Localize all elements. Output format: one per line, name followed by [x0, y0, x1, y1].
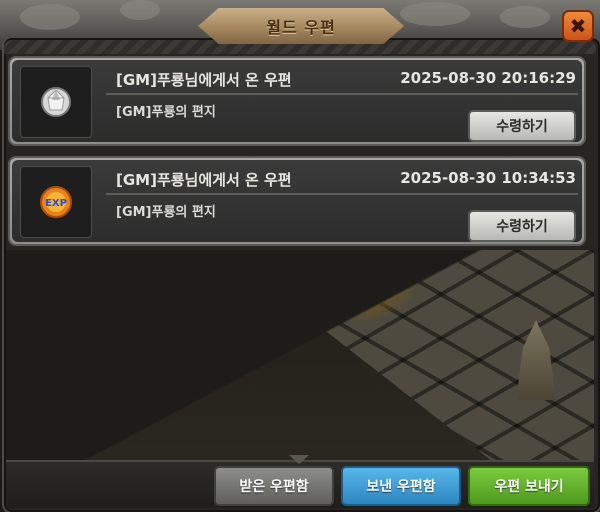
mail-sender: [GM]푸룡님에게서 온 우편 [116, 171, 292, 189]
window-title: 월드 우편 [266, 18, 336, 37]
claim-button[interactable]: 수령하기 [468, 110, 576, 142]
mail-item-slot: EXP [20, 166, 92, 238]
world-mail-screen: 월드 우편 ✖ [GM]푸룡님에게서 온 우편 2025-08-30 20:16… [0, 0, 600, 512]
mail-body: [GM]푸룡의 편지 [116, 105, 216, 120]
send-mail-button[interactable]: 우편 보내기 [468, 466, 590, 506]
sent-mailbox-tab[interactable]: 보낸 우편함 [341, 466, 461, 506]
mail-item: [GM]푸룡님에게서 온 우편 2025-08-30 20:16:29 [GM]… [8, 56, 586, 146]
mail-sender: [GM]푸룡님에게서 온 우편 [116, 71, 292, 89]
claim-button[interactable]: 수령하기 [468, 210, 576, 242]
received-mailbox-tab[interactable]: 받은 우편함 [214, 466, 334, 506]
mail-date: 2025-08-30 20:16:29 [400, 69, 576, 87]
exp-label: EXP [45, 198, 67, 209]
dungeon-floor-background [6, 250, 594, 460]
mail-item: EXP [GM]푸룡님에게서 온 우편 2025-08-30 10:34:53 … [8, 156, 586, 246]
window-title-tab: 월드 우편 [198, 8, 404, 44]
divider [106, 193, 578, 195]
mail-date: 2025-08-30 10:34:53 [400, 169, 576, 187]
bottom-notch [289, 455, 309, 464]
close-icon: ✖ [569, 14, 587, 38]
exp-orb-icon: EXP [40, 186, 72, 218]
divider [106, 93, 578, 95]
mail-item-slot [20, 66, 92, 138]
close-button[interactable]: ✖ [562, 10, 594, 42]
silver-gem-icon [41, 87, 71, 117]
mail-body: [GM]푸룡의 편지 [116, 205, 216, 220]
